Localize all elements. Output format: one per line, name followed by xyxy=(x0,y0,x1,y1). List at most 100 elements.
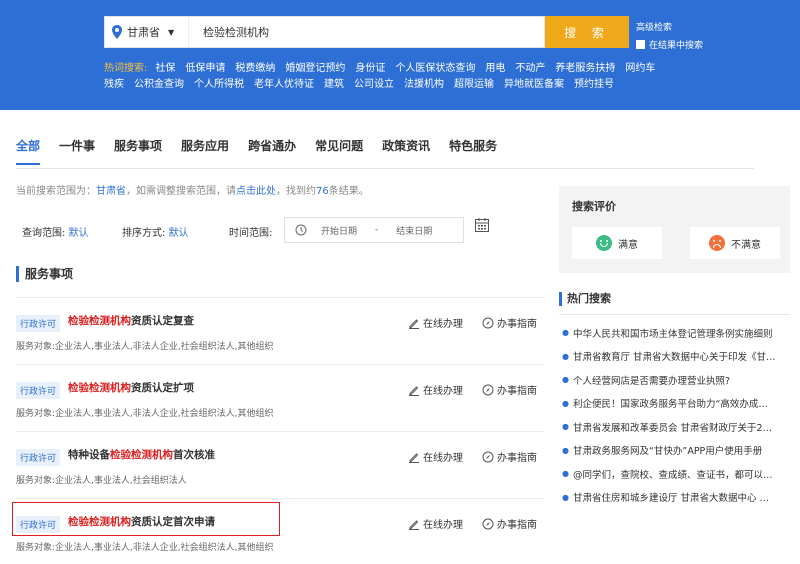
evaluation-title: 搜索评价 xyxy=(572,200,616,213)
hot-keyword[interactable]: 税费缴纳 xyxy=(235,63,275,74)
hot-keywords: 热词搜索: 社保 低保申请 税费缴纳 婚姻登记预约 身份证 个人医保状态查询 用电 不动产 养老服… xyxy=(104,61,714,93)
hot-search-item[interactable]: ● 甘肃省教育厅 甘肃省大数据中心关于印发《甘… xyxy=(562,345,790,369)
date-range-picker[interactable]: 开始日期 - 结束日期 xyxy=(284,217,464,243)
online-handle-button[interactable]: 在线办理 xyxy=(408,449,463,464)
start-date-input[interactable]: 开始日期 xyxy=(321,224,357,237)
hot-keyword[interactable]: 超限运输 xyxy=(454,79,494,90)
tab-policy-news[interactable]: 政策资讯 xyxy=(382,137,430,165)
search-scope-info: 当前搜索范围为：甘肃省，如需调整搜索范围，请点击此处，找到约76条结果。 xyxy=(16,182,369,197)
item-title-highlight: 检验检测机构 xyxy=(110,449,173,461)
online-handle-button[interactable]: 在线办理 xyxy=(408,382,463,397)
guide-button[interactable]: 办事指南 xyxy=(482,449,537,464)
hot-search-item[interactable]: ● 甘肃省发展和改革委员会 甘肃省财政厅关于2… xyxy=(562,415,790,439)
hot-keyword[interactable]: 异地就医备案 xyxy=(504,79,564,90)
sort-filter-value[interactable]: 默认 xyxy=(169,228,189,239)
compass-icon xyxy=(482,384,494,395)
hot-search-text: 甘肃省教育厅 甘肃省大数据中心关于印发《甘… xyxy=(572,352,776,364)
hot-keyword[interactable]: 不动产 xyxy=(515,63,545,74)
item-title[interactable]: 特种设备检验检测机构首次核准 xyxy=(68,447,215,462)
clock-icon xyxy=(295,224,307,236)
compass-icon xyxy=(482,317,494,328)
service-item[interactable]: 行政许可 特种设备检验检测机构首次核准 服务对象:企业法人,事业法人,社会组织法… xyxy=(16,431,543,497)
online-handle-button[interactable]: 在线办理 xyxy=(408,315,463,330)
search-button[interactable]: 搜 索 xyxy=(545,16,629,48)
guide-label: 办事指南 xyxy=(497,319,537,330)
hot-search-item[interactable]: ● 利企便民！国家政务服务平台助力“高效办成… xyxy=(562,392,790,416)
scope-region: 甘肃省 xyxy=(96,186,126,197)
hot-search-text: 个人经营网店是否需要办理营业执照? xyxy=(572,375,731,387)
online-handle-label: 在线办理 xyxy=(423,386,463,397)
hot-keyword[interactable]: 公积金查询 xyxy=(134,79,184,90)
hot-keyword[interactable]: 建筑 xyxy=(324,79,344,90)
date-separator: - xyxy=(375,225,379,235)
hot-keyword[interactable]: 公司设立 xyxy=(354,79,394,90)
location-pin-icon xyxy=(112,25,122,39)
header-bar: 甘肃省 ▼ 搜 索 高级检索 在结果中搜索 热词搜索: 社保低保申请税费缴纳婚姻登… xyxy=(0,0,800,110)
hot-keyword[interactable]: 预约挂号 xyxy=(574,79,614,90)
tab-featured[interactable]: 特色服务 xyxy=(449,137,497,165)
search-box: 甘肃省 ▼ xyxy=(104,16,545,48)
search-in-results-toggle[interactable]: 在结果中搜索 xyxy=(636,38,703,51)
calendar-icon[interactable] xyxy=(474,217,490,233)
hot-keyword[interactable]: 个人医保状态查询 xyxy=(395,63,475,74)
end-date-input[interactable]: 结束日期 xyxy=(396,224,432,237)
unsatisfied-button[interactable]: 不满意 xyxy=(690,227,780,259)
tab-cross-province[interactable]: 跨省通办 xyxy=(248,137,296,165)
service-item[interactable]: 行政许可 检验检测机构资质认定复查 服务对象:企业法人,事业法人,非法人企业,社… xyxy=(16,297,543,363)
satisfied-button[interactable]: 满意 xyxy=(572,227,662,259)
tab-one-thing[interactable]: 一件事 xyxy=(59,137,95,165)
hot-keyword[interactable]: 低保申请 xyxy=(185,63,225,74)
tab-service-apps[interactable]: 服务应用 xyxy=(181,137,229,165)
hot-search-item[interactable]: ● 甘肃政务服务网及“甘快办”APP用户使用手册 xyxy=(562,439,790,463)
scope-middle: ，如需调整搜索范围，请 xyxy=(126,186,236,197)
hot-keyword[interactable]: 残疾 xyxy=(104,79,124,90)
search-in-results-checkbox[interactable] xyxy=(636,40,645,49)
tab-faq[interactable]: 常见问题 xyxy=(315,137,363,165)
tab-divider xyxy=(16,168,754,169)
hot-search-item[interactable]: ● @同学们，查院校、查成绩、查证书，都可以… xyxy=(562,462,790,486)
bullet-icon: ● xyxy=(562,492,569,502)
guide-button[interactable]: 办事指南 xyxy=(482,382,537,397)
compass-icon xyxy=(482,451,494,462)
scope-prefix: 当前搜索范围为： xyxy=(16,186,96,197)
tab-all[interactable]: 全部 xyxy=(16,137,41,165)
hot-keyword[interactable]: 老年人优待证 xyxy=(254,79,314,90)
guide-label: 办事指南 xyxy=(497,520,537,531)
item-title-prefix: 特种设备 xyxy=(68,449,110,461)
item-title-suffix: 资质认定复查 xyxy=(131,315,194,327)
smile-icon xyxy=(596,235,612,251)
sort-filter-label: 排序方式: xyxy=(122,228,166,239)
advanced-search-link[interactable]: 高级检索 xyxy=(636,20,672,33)
tab-service-items[interactable]: 服务事项 xyxy=(114,137,162,165)
guide-label: 办事指南 xyxy=(497,386,537,397)
compass-icon xyxy=(482,518,494,529)
hot-search-divider xyxy=(559,314,790,315)
hot-keyword[interactable]: 法援机构 xyxy=(404,79,444,90)
hot-search-item[interactable]: ● 甘肃省住房和城乡建设厅 甘肃省大数据中心 … xyxy=(562,486,790,510)
item-title[interactable]: 检验检测机构资质认定扩项 xyxy=(68,380,194,395)
range-filter: 查询范围: 默认 xyxy=(22,224,89,239)
hot-search-item[interactable]: ● 个人经营网店是否需要办理营业执照? xyxy=(562,368,790,392)
hot-keyword[interactable]: 用电 xyxy=(485,63,505,74)
scope-change-link[interactable]: 点击此处 xyxy=(236,186,276,197)
range-filter-value[interactable]: 默认 xyxy=(69,228,89,239)
bullet-icon: ● xyxy=(562,469,569,479)
guide-button[interactable]: 办事指南 xyxy=(482,516,537,531)
service-item[interactable]: 行政许可 检验检测机构资质认定扩项 服务对象:企业法人,事业法人,非法人企业,社… xyxy=(16,364,543,430)
guide-button[interactable]: 办事指南 xyxy=(482,315,537,330)
hot-keyword[interactable]: 养老服务扶持 xyxy=(555,63,615,74)
hot-search-item[interactable]: ● 中华人民共和国市场主体登记管理条例实施细则 xyxy=(562,321,790,345)
location-selector[interactable]: 甘肃省 ▼ xyxy=(105,17,189,47)
search-input[interactable] xyxy=(189,17,544,47)
hot-keyword[interactable]: 身份证 xyxy=(355,63,385,74)
hot-search-text: 甘肃政务服务网及“甘快办”APP用户使用手册 xyxy=(572,446,763,458)
hot-keyword[interactable]: 个人所得税 xyxy=(194,79,244,90)
online-handle-button[interactable]: 在线办理 xyxy=(408,516,463,531)
bullet-icon: ● xyxy=(562,445,569,455)
hot-keyword[interactable]: 婚姻登记预约 xyxy=(285,63,345,74)
item-tag: 行政许可 xyxy=(16,449,61,466)
hot-keyword[interactable]: 社保 xyxy=(155,63,175,74)
unsatisfied-label: 不满意 xyxy=(731,239,761,251)
item-title[interactable]: 检验检测机构资质认定复查 xyxy=(68,313,194,328)
hot-keyword[interactable]: 网约车 xyxy=(625,63,655,74)
